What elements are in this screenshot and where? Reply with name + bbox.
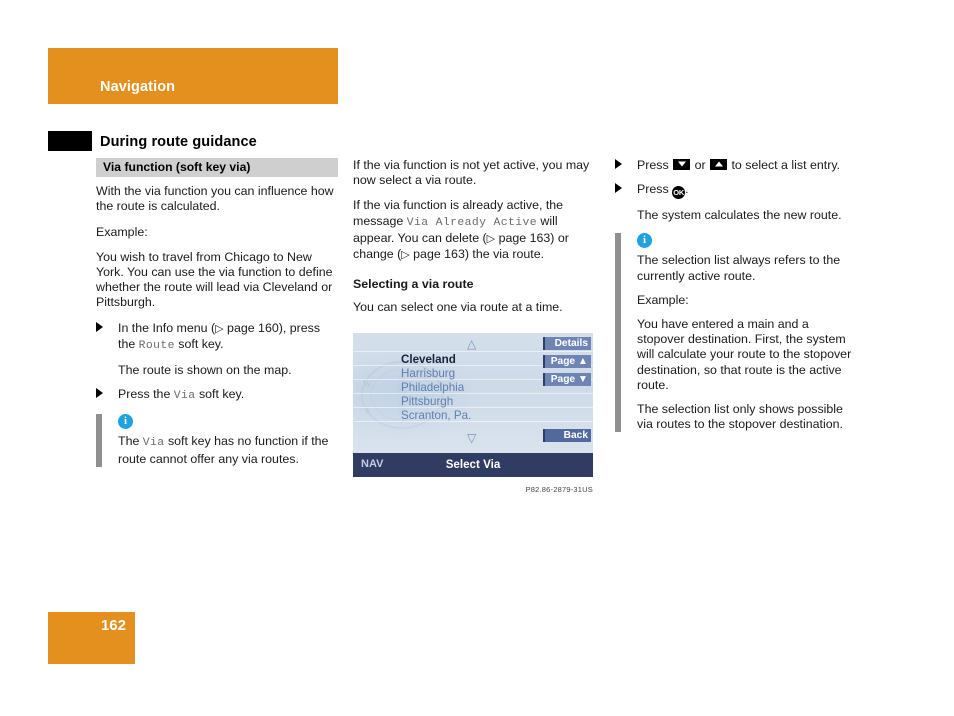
right-note-paragraph-4: The selection list only shows possible v…	[637, 402, 843, 432]
triangle-bullet-icon	[615, 183, 622, 194]
right-column: Press or to select a list entry. Press O…	[615, 158, 857, 442]
page-reference: ▷ page 163	[487, 231, 551, 245]
left-step-1-pre: In the Info menu (	[118, 320, 216, 335]
softkey-details[interactable]: Details	[543, 337, 591, 350]
page-number: 162	[100, 617, 126, 634]
middle-para2-ref2: page 163	[413, 247, 465, 262]
up-arrow-key-icon	[710, 159, 728, 170]
middle-sub-heading: Selecting a via route	[353, 277, 474, 292]
left-step-2: Press the Via soft key.	[96, 387, 338, 404]
left-step-2-pre: Press the	[118, 387, 174, 402]
right-step-2: Press OK.	[615, 182, 857, 200]
nav-softkey-column: Details Page ▲ Page ▼ Back	[543, 337, 591, 447]
info-icon: i	[118, 414, 133, 430]
scroll-up-icon[interactable]: △	[467, 338, 476, 350]
scroll-down-icon[interactable]: ▽	[467, 432, 476, 444]
left-paragraph-1: With the via function you can influence …	[96, 184, 334, 214]
note-side-bar	[96, 414, 102, 467]
right-step-1: Press or to select a list entry.	[615, 158, 857, 173]
figure-caption: P82.86-2879-31US	[525, 485, 593, 494]
left-step-1-result: The route is shown on the map.	[118, 363, 292, 378]
left-note-pre: The	[118, 434, 143, 449]
reference-triangle-icon: ▷	[401, 249, 410, 262]
section-heading: Via function (soft key via)	[96, 158, 338, 178]
right-note-paragraph-1: The selection list always refers to the …	[637, 253, 841, 283]
right-step-1-or: or	[691, 158, 710, 172]
middle-para2-ref1: page 163	[498, 230, 551, 245]
left-paragraph-3: You wish to travel from Chicago to New Y…	[96, 249, 333, 310]
middle-para2-mono: Via Already Active	[406, 216, 537, 229]
header-orange-band	[48, 48, 338, 104]
nav-status-bar: NAV Select Via	[353, 453, 593, 477]
middle-paragraph-3: You can select one via route at a time.	[353, 300, 563, 315]
navigation-screen-figure: S W △ ▽ Cleveland Harrisburg Philadelphi…	[353, 333, 593, 494]
reference-triangle-icon: ▷	[486, 232, 496, 245]
left-step-1: In the Info menu (▷ page 160), press the…	[96, 321, 338, 354]
list-item[interactable]: Harrisburg	[401, 367, 541, 381]
down-arrow-key-icon	[673, 159, 691, 170]
manual-page: Navigation During route guidance Via fun…	[0, 0, 954, 716]
info-icon: i	[637, 233, 652, 249]
middle-column: If the via function is not yet active, y…	[353, 158, 595, 326]
middle-para2-post: ) the via route.	[464, 247, 545, 262]
softkey-page-up[interactable]: Page ▲	[543, 355, 591, 368]
list-item[interactable]: Philadelphia	[401, 381, 541, 395]
list-item[interactable]: Pittsburgh	[401, 395, 541, 409]
right-info-note: i The selection list always refers to th…	[615, 233, 857, 433]
page-reference: ▷ page 163	[401, 247, 465, 261]
nav-screen-title: Select Via	[445, 458, 501, 471]
ok-key-icon: OK	[672, 186, 686, 200]
footer-orange-box: 162	[48, 612, 135, 664]
page-subtitle: During route guidance	[100, 134, 257, 150]
triangle-bullet-icon	[615, 159, 622, 169]
left-step-1-post: soft key.	[174, 336, 224, 351]
triangle-bullet-icon	[96, 321, 103, 332]
note-side-bar	[615, 233, 621, 433]
right-note-paragraph-2: Example:	[637, 292, 689, 307]
page-reference: ▷ page 160	[215, 321, 279, 335]
left-step-2-mono: Via	[173, 390, 196, 403]
softkey-back[interactable]: Back	[543, 429, 591, 442]
right-step-2-result: The system calculates the new route.	[637, 208, 842, 223]
left-step-1-ref: page 160	[227, 320, 279, 335]
right-step-2-pre: Press	[637, 182, 673, 197]
middle-paragraph-1: If the via function is not yet active, y…	[353, 158, 590, 188]
nav-entry-list[interactable]: Cleveland Harrisburg Philadelphia Pittsb…	[401, 353, 541, 423]
right-note-paragraph-3: You have entered a main and a stopover d…	[637, 317, 852, 392]
right-step-1-post: to select a list entry.	[728, 158, 841, 172]
list-item[interactable]: Scranton, Pa.	[401, 409, 541, 423]
left-info-note: i The Via soft key has no function if th…	[96, 414, 338, 467]
left-note-text: The Via soft key has no function if the …	[118, 434, 338, 466]
left-column: Via function (soft key via) With the via…	[96, 158, 338, 477]
right-step-2-post: .	[685, 182, 689, 197]
header-black-tab	[48, 131, 92, 151]
nav-screen: S W △ ▽ Cleveland Harrisburg Philadelphi…	[353, 333, 593, 477]
left-step-1-mono: Route	[138, 339, 175, 352]
left-note-mono: Via	[142, 437, 165, 450]
triangle-bullet-icon	[96, 388, 103, 399]
softkey-page-down[interactable]: Page ▼	[543, 373, 591, 386]
reference-triangle-icon: ▷	[215, 322, 224, 335]
left-step-2-post: soft key.	[195, 387, 245, 402]
page-title: Navigation	[100, 79, 176, 95]
middle-paragraph-2: If the via function is already active, t…	[353, 198, 595, 263]
list-item[interactable]: Cleveland	[401, 353, 541, 367]
left-paragraph-2: Example:	[96, 224, 148, 239]
right-step-1-pre: Press	[637, 158, 673, 172]
